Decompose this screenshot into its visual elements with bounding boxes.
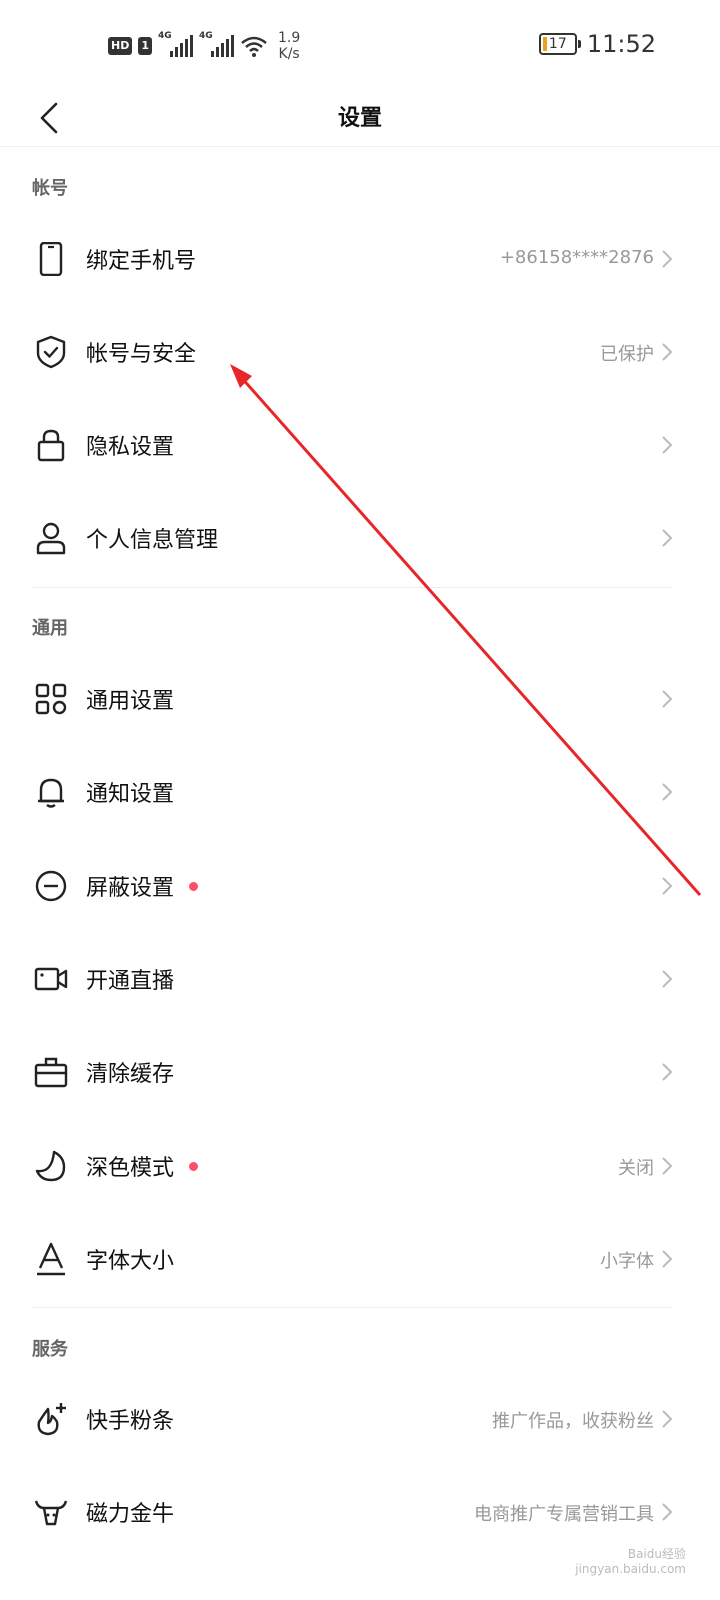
user-icon [34, 521, 68, 555]
status-right: 17 11:52 [538, 30, 656, 58]
settings-row-privacy[interactable]: 隐私设置 [0, 399, 720, 492]
row-label: 开通直播 [86, 969, 175, 994]
shield-icon [34, 335, 68, 369]
row-label: 快手粉条 [86, 1409, 175, 1434]
battery-level: 17 [548, 36, 567, 52]
chevron-right-icon [660, 781, 674, 803]
video-camera-icon [34, 962, 68, 996]
network-type-label: 4G [199, 31, 213, 41]
flame-plus-icon [34, 1402, 68, 1436]
watermark: Baidu经验 jingyan.baidu.com [575, 1545, 686, 1576]
row-label: 清除缓存 [86, 1062, 175, 1087]
network-type-label: 4G [158, 31, 172, 41]
new-indicator-dot [189, 882, 198, 891]
chevron-right-icon [660, 434, 674, 456]
chevron-right-icon [660, 688, 674, 710]
wifi-icon [240, 34, 268, 58]
row-label: 帐号与安全 [86, 342, 197, 367]
top-bar: 设置 [0, 90, 720, 147]
chevron-right-icon [660, 1248, 674, 1270]
section-header-general: 通用 [32, 618, 68, 639]
lock-icon [34, 428, 68, 462]
clock: 11:52 [586, 30, 656, 58]
chevron-right-icon [660, 1501, 674, 1523]
row-label: 屏蔽设置 [86, 876, 175, 901]
row-label: 深色模式 [86, 1156, 175, 1181]
chevron-right-icon [660, 248, 674, 270]
battery-icon: 17 [538, 33, 581, 55]
chevron-right-icon [660, 1061, 674, 1083]
row-value: 推广作品，收获粉丝 [492, 1411, 654, 1432]
signal-icon: 4G [158, 31, 193, 57]
settings-row-bind-phone[interactable]: 绑定手机号 +86158****2876 [0, 213, 720, 306]
section-divider [32, 1307, 672, 1308]
section-header-service: 服务 [32, 1339, 68, 1360]
row-value: +86158****2876 [499, 247, 654, 268]
watermark-title: Baidu经验 [627, 1547, 686, 1561]
row-label: 磁力金牛 [86, 1502, 175, 1527]
speed-value: 1.9 [278, 30, 301, 46]
row-label: 字体大小 [86, 1249, 175, 1274]
speed-unit: K/s [278, 46, 300, 62]
bell-icon [34, 775, 68, 809]
network-speed: 1.9 K/s [278, 30, 300, 62]
row-label: 隐私设置 [86, 435, 175, 460]
row-value: 小字体 [600, 1251, 654, 1272]
new-indicator-dot [189, 1162, 198, 1171]
row-value: 电商推广专属营销工具 [474, 1504, 654, 1525]
settings-row-personal-info[interactable]: 个人信息管理 [0, 492, 720, 585]
page-title: 设置 [337, 106, 382, 131]
settings-row-font-size[interactable]: 字体大小 小字体 [0, 1213, 720, 1306]
row-label: 个人信息管理 [86, 528, 219, 553]
watermark-url: jingyan.baidu.com [575, 1562, 686, 1576]
section-header-account: 帐号 [32, 178, 68, 199]
block-icon [34, 869, 68, 903]
settings-row-clear-cache[interactable]: 清除缓存 [0, 1026, 720, 1119]
bull-icon [34, 1495, 68, 1529]
section-divider [32, 587, 672, 588]
row-value: 关闭 [618, 1158, 654, 1179]
grid-icon [34, 682, 68, 716]
status-left: HD 1 4G 4G 1.9 K/s [108, 30, 300, 62]
sim-badge: 1 [138, 37, 152, 55]
status-bar: HD 1 4G 4G 1.9 K/s 17 11:52 [0, 0, 720, 90]
settings-row-dark-mode[interactable]: 深色模式 关闭 [0, 1120, 720, 1213]
settings-row-account-security[interactable]: 帐号与安全 已保护 [0, 306, 720, 399]
toolbox-icon [34, 1055, 68, 1089]
hd-badge: HD [108, 37, 133, 55]
row-label: 通知设置 [86, 782, 175, 807]
font-size-icon [34, 1242, 68, 1276]
row-label: 绑定手机号 [86, 249, 197, 274]
phone-icon [34, 242, 68, 276]
chevron-right-icon [660, 875, 674, 897]
chevron-right-icon [660, 1408, 674, 1430]
row-label: 通用设置 [86, 689, 175, 714]
chevron-right-icon [660, 527, 674, 549]
settings-row-notifications[interactable]: 通知设置 [0, 746, 720, 839]
chevron-right-icon [660, 1155, 674, 1177]
chevron-right-icon [660, 968, 674, 990]
signal-icon: 4G [199, 31, 234, 57]
settings-row-live[interactable]: 开通直播 [0, 933, 720, 1026]
row-value: 已保护 [600, 344, 654, 365]
moon-icon [34, 1149, 68, 1183]
settings-row-general[interactable]: 通用设置 [0, 653, 720, 746]
chevron-right-icon [660, 341, 674, 363]
settings-row-kuaishou-fentiao[interactable]: 快手粉条 推广作品，收获粉丝 [0, 1373, 720, 1466]
settings-row-block[interactable]: 屏蔽设置 [0, 840, 720, 933]
